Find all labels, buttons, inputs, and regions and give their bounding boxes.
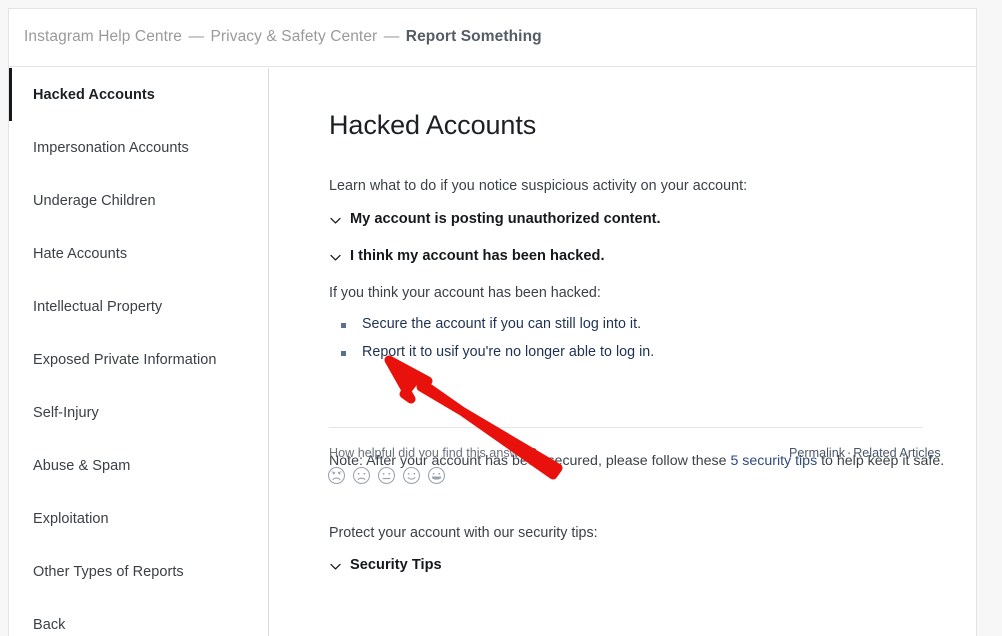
chevron-down-icon <box>329 560 342 573</box>
sidebar-item-label: Exploitation <box>33 510 109 527</box>
breadcrumb-item-help-centre[interactable]: Instagram Help Centre <box>24 28 182 45</box>
sidebar-item-exploitation[interactable]: Exploitation <box>9 492 268 545</box>
sidebar-item-exposed-private-information[interactable]: Exposed Private Information <box>9 333 268 386</box>
chevron-down-icon <box>329 251 342 264</box>
sidebar-item-label: Intellectual Property <box>33 298 163 315</box>
protect-text: Protect your account with our security t… <box>329 525 598 541</box>
sidebar-item-label: Self-Injury <box>33 404 99 421</box>
screenshot-root: Instagram Help Centre — Privacy & Safety… <box>0 0 1002 636</box>
bullet-text: Secure the account if you can still log … <box>362 316 642 332</box>
sidebar-item-abuse-and-spam[interactable]: Abuse & Spam <box>9 439 268 492</box>
sidebar-item-intellectual-property[interactable]: Intellectual Property <box>9 280 268 333</box>
face-happy-icon[interactable] <box>402 466 421 485</box>
accordion-label: My account is posting unauthorized conte… <box>350 211 661 227</box>
chevron-down-icon <box>329 214 342 227</box>
list-item: Secure the account if you can still log … <box>329 316 654 332</box>
breadcrumb: Instagram Help Centre — Privacy & Safety… <box>24 28 542 46</box>
sidebar-item-label: Other Types of Reports <box>33 563 184 580</box>
face-very-happy-icon[interactable] <box>427 466 446 485</box>
report-it-to-us-link[interactable]: Report it to us <box>362 344 451 360</box>
list-item: Report it to usif you're no longer able … <box>329 344 654 360</box>
lead-text: Learn what to do if you notice suspiciou… <box>329 178 748 194</box>
related-articles-link[interactable]: Related Articles <box>853 446 941 460</box>
main-content: Hacked Accounts Learn what to do if you … <box>278 68 976 636</box>
permalink-separator: · <box>847 446 852 460</box>
sub-text: If you think your account has been hacke… <box>329 285 601 301</box>
accordion-label: Security Tips <box>350 557 442 573</box>
sidebar-item-underage-children[interactable]: Underage Children <box>9 174 268 227</box>
sidebar-item-label: Exposed Private Information <box>33 351 217 368</box>
breadcrumb-bar: Instagram Help Centre — Privacy & Safety… <box>9 9 976 67</box>
sidebar-item-impersonation-accounts[interactable]: Impersonation Accounts <box>9 121 268 174</box>
breadcrumb-separator-2: — <box>383 28 400 45</box>
page-title: Hacked Accounts <box>329 110 537 140</box>
breadcrumb-separator-1: — <box>188 28 205 45</box>
sidebar-item-label: Impersonation Accounts <box>33 139 189 156</box>
feedback-rating-faces <box>327 466 446 485</box>
face-very-unhappy-icon[interactable] <box>327 466 346 485</box>
accordion-label: I think my account has been hacked. <box>350 248 605 264</box>
sidebar: Hacked Accounts Impersonation Accounts U… <box>9 68 269 636</box>
face-neutral-icon[interactable] <box>377 466 396 485</box>
accordion-security-tips[interactable]: Security Tips <box>329 557 442 573</box>
sidebar-item-back[interactable]: Back <box>9 598 268 636</box>
sidebar-item-label: Abuse & Spam <box>33 457 131 474</box>
bullet-text: if you're no longer able to log in. <box>451 344 655 360</box>
accordion-i-think-my-account-has-been-hacked[interactable]: I think my account has been hacked. <box>329 248 605 264</box>
sidebar-item-label: Hate Accounts <box>33 245 128 262</box>
permalink-link[interactable]: Permalink <box>789 446 845 460</box>
feedback-question: How helpful did you find this answer? <box>329 446 537 460</box>
permalink-group: Permalink · Related Articles <box>789 446 941 460</box>
face-unhappy-icon[interactable] <box>352 466 371 485</box>
breadcrumb-item-privacy-safety[interactable]: Privacy & Safety Center <box>210 28 377 45</box>
breadcrumb-current-report-something: Report Something <box>405 28 542 45</box>
sidebar-item-label: Hacked Accounts <box>33 86 155 103</box>
sidebar-item-hacked-accounts[interactable]: Hacked Accounts <box>9 68 268 121</box>
accordion-my-account-posting-unauthorized-content[interactable]: My account is posting unauthorized conte… <box>329 211 661 227</box>
sidebar-item-other-types-of-reports[interactable]: Other Types of Reports <box>9 545 268 598</box>
sidebar-item-hate-accounts[interactable]: Hate Accounts <box>9 227 268 280</box>
sidebar-item-self-injury[interactable]: Self-Injury <box>9 386 268 439</box>
section-divider <box>329 427 922 428</box>
help-centre-card: Instagram Help Centre — Privacy & Safety… <box>8 8 977 636</box>
sidebar-item-label: Back <box>33 616 66 633</box>
bullet-list: Secure the account if you can still log … <box>329 316 654 372</box>
sidebar-item-label: Underage Children <box>33 192 156 209</box>
